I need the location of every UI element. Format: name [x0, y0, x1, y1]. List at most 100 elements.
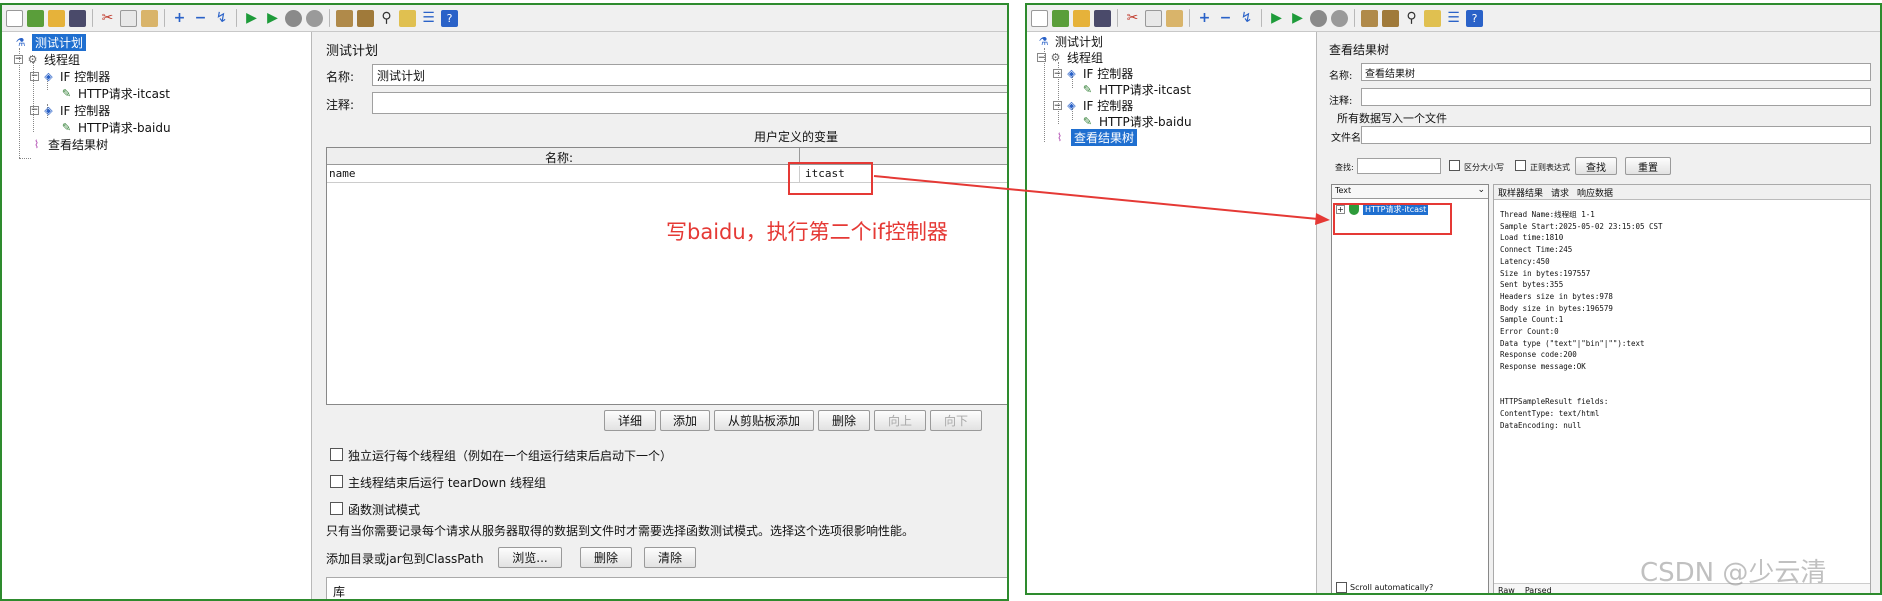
tree-node-http-request-baidu[interactable]: ✎ HTTP请求-baidu: [60, 119, 171, 135]
clear-button[interactable]: 清除: [644, 547, 696, 568]
tree-node-view-results-tree[interactable]: ⌇ 查看结果树: [30, 136, 108, 152]
paste-from-clipboard-button[interactable]: 从剪贴板添加: [714, 410, 814, 431]
start-no-pause-icon[interactable]: ▶: [264, 10, 281, 27]
shutdown-icon[interactable]: [1331, 9, 1348, 27]
delete-button[interactable]: 删除: [818, 410, 870, 431]
collapse-toggle-icon[interactable]: −: [30, 105, 39, 115]
open-icon[interactable]: [48, 9, 65, 27]
copy-icon[interactable]: [120, 9, 137, 27]
templates-icon[interactable]: [1052, 9, 1069, 27]
comment-field[interactable]: [372, 92, 1007, 114]
functional-test-mode-checkbox[interactable]: [330, 502, 343, 515]
cut-icon[interactable]: ✂: [99, 10, 116, 27]
toggle-icon[interactable]: ↯: [1238, 10, 1255, 27]
start-icon[interactable]: ▶: [243, 10, 260, 27]
name-field[interactable]: 查看结果树: [1361, 63, 1871, 81]
collapse-icon[interactable]: −: [1217, 10, 1234, 27]
test-plan-tree: ⚗ 测试计划 − ⚙ 线程组 − ◈ IF 控制器 ✎ HTTP请求-itcas…: [2, 32, 312, 599]
comment-field[interactable]: [1361, 88, 1871, 106]
copy-icon[interactable]: [1145, 9, 1162, 27]
move-down-button[interactable]: 向下: [930, 410, 982, 431]
clear-icon[interactable]: [336, 9, 353, 27]
clear-icon[interactable]: [1361, 9, 1378, 27]
save-icon[interactable]: [1094, 9, 1111, 27]
tree-node-if-controller[interactable]: − ◈ IF 控制器: [1053, 98, 1133, 113]
browse-button[interactable]: 浏览...: [498, 547, 562, 568]
tree-node-http-request-itcast[interactable]: ✎ HTTP请求-itcast: [60, 85, 170, 101]
tree-node-thread-group[interactable]: − ⚙ 线程组: [14, 51, 80, 67]
variable-name-cell[interactable]: name: [329, 167, 356, 180]
start-no-pause-icon[interactable]: ▶: [1289, 10, 1306, 27]
move-up-button[interactable]: 向上: [874, 410, 926, 431]
search-binoculars-icon[interactable]: ⚲: [1403, 10, 1420, 27]
search-field[interactable]: [1357, 158, 1441, 174]
tree-node-if-controller[interactable]: − ◈ IF 控制器: [30, 68, 110, 84]
listener-chart-icon: ⌇: [1056, 131, 1063, 144]
detail-button[interactable]: 详细: [604, 410, 656, 431]
tree-node-thread-group[interactable]: − ⚙ 线程组: [1037, 50, 1103, 65]
stop-icon[interactable]: [285, 9, 302, 27]
tree-node-if-controller[interactable]: − ◈ IF 控制器: [1053, 66, 1133, 81]
result-line: DataEncoding: null: [1500, 420, 1582, 430]
name-field[interactable]: 测试计划: [372, 64, 1007, 86]
new-icon[interactable]: [6, 9, 23, 27]
renderer-select[interactable]: Text ⌄: [1332, 185, 1488, 199]
shutdown-icon[interactable]: [306, 9, 323, 27]
column-header-name[interactable]: 名称:: [545, 149, 573, 166]
case-sensitive-checkbox[interactable]: [1449, 160, 1460, 171]
collapse-toggle-icon[interactable]: −: [1037, 53, 1046, 63]
expand-icon[interactable]: +: [1196, 10, 1213, 27]
run-groups-consecutively-checkbox[interactable]: [330, 448, 343, 461]
classpath-delete-button[interactable]: 删除: [580, 547, 632, 568]
reset-search-icon[interactable]: [1424, 9, 1441, 27]
tree-node-test-plan[interactable]: ⚗ 测试计划: [1037, 34, 1103, 49]
cut-icon[interactable]: ✂: [1124, 10, 1141, 27]
clear-all-icon[interactable]: [357, 9, 374, 27]
toggle-icon[interactable]: ↯: [213, 10, 230, 27]
tab-parsed[interactable]: Parsed: [1525, 586, 1552, 593]
collapse-toggle-icon[interactable]: −: [30, 71, 39, 81]
find-button[interactable]: 查找: [1575, 157, 1617, 175]
collapse-icon[interactable]: −: [192, 10, 209, 27]
new-icon[interactable]: [1031, 9, 1048, 27]
save-icon[interactable]: [69, 9, 86, 27]
scroll-automatically-checkbox[interactable]: [1336, 582, 1347, 593]
function-helper-icon[interactable]: ☰: [420, 10, 437, 27]
function-helper-icon[interactable]: ☰: [1445, 10, 1462, 27]
teardown-after-shutdown-label: 主线程结束后运行 tearDown 线程组: [348, 476, 547, 490]
open-icon[interactable]: [1073, 9, 1090, 27]
templates-icon[interactable]: [27, 9, 44, 27]
tree-node-label: IF 控制器: [60, 103, 111, 118]
paste-icon[interactable]: [141, 9, 158, 27]
collapse-toggle-icon[interactable]: −: [14, 54, 23, 64]
search-binoculars-icon[interactable]: ⚲: [378, 10, 395, 27]
collapse-toggle-icon[interactable]: −: [1053, 101, 1062, 111]
help-icon[interactable]: ?: [1466, 9, 1483, 27]
filename-field[interactable]: [1361, 126, 1871, 144]
expand-icon[interactable]: +: [171, 10, 188, 27]
tree-node-http-request-baidu[interactable]: ✎ HTTP请求-baidu: [1081, 114, 1192, 129]
help-icon[interactable]: ?: [441, 9, 458, 27]
teardown-after-shutdown-checkbox[interactable]: [330, 475, 343, 488]
table-row[interactable]: name itcast: [327, 166, 1007, 183]
tree-node-http-request-itcast[interactable]: ✎ HTTP请求-itcast: [1081, 82, 1191, 97]
tab-request[interactable]: 请求: [1551, 186, 1569, 199]
reset-button[interactable]: 重置: [1625, 157, 1671, 175]
tree-node-test-plan[interactable]: ⚗ 测试计划: [14, 33, 87, 51]
tab-sampler-result[interactable]: 取样器结果: [1498, 186, 1543, 199]
result-detail-pane: 取样器结果 请求 响应数据 Thread Name:线程组 1-1 Sample …: [1493, 184, 1871, 593]
result-line: Size in bytes:197557: [1500, 268, 1591, 278]
start-icon[interactable]: ▶: [1268, 10, 1285, 27]
clear-all-icon[interactable]: [1382, 9, 1399, 27]
reset-search-icon[interactable]: [399, 9, 416, 27]
tab-response-data[interactable]: 响应数据: [1577, 186, 1613, 199]
paste-icon[interactable]: [1166, 9, 1183, 27]
collapse-toggle-icon[interactable]: −: [1053, 69, 1062, 79]
add-button[interactable]: 添加: [660, 410, 710, 431]
tree-node-if-controller[interactable]: − ◈ IF 控制器: [30, 102, 110, 118]
regex-checkbox[interactable]: [1515, 160, 1526, 171]
tree-node-view-results-tree[interactable]: ⌇ 查看结果树: [1053, 129, 1138, 146]
annotation-text: 写baidu，执行第二个if控制器: [666, 220, 948, 244]
stop-icon[interactable]: [1310, 9, 1327, 27]
tab-raw[interactable]: Raw: [1498, 586, 1515, 593]
